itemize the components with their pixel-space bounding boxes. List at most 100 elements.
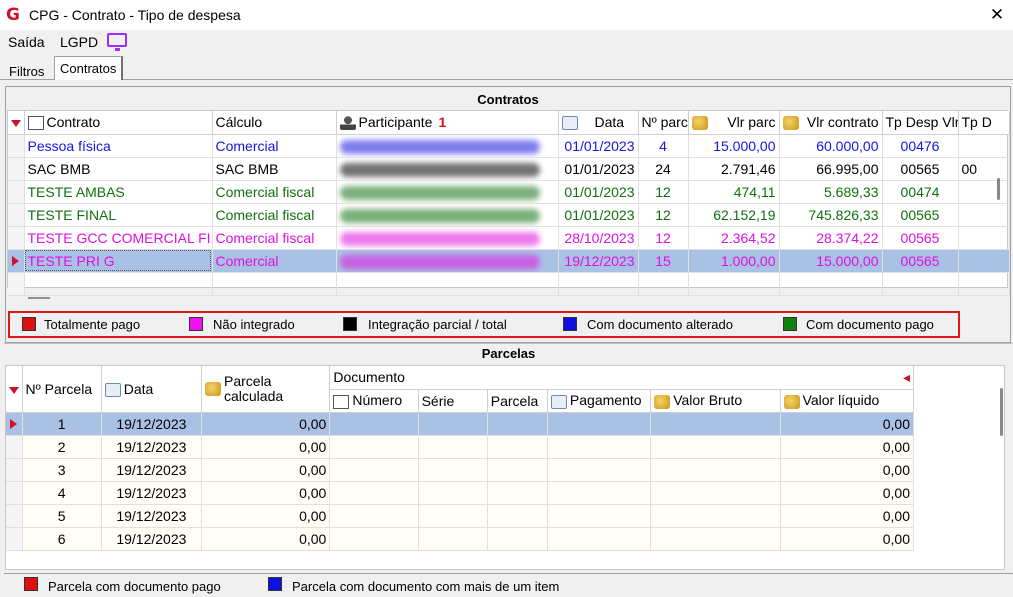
- cell-tp-d[interactable]: [958, 180, 1010, 204]
- close-button[interactable]: ✕: [982, 3, 1012, 27]
- parcela-row[interactable]: 1 19/12/2023 0,00 0,00: [6, 412, 915, 436]
- cell-data[interactable]: 01/01/2023: [558, 203, 639, 227]
- cell-vlr-parc[interactable]: 474,11: [688, 180, 780, 204]
- horizontal-scrollbar-thumb[interactable]: [28, 297, 50, 299]
- cell-liquido[interactable]: 0,00: [780, 458, 915, 482]
- cell-participante[interactable]: [336, 180, 559, 204]
- cell-data[interactable]: 19/12/2023: [101, 527, 203, 551]
- cell-vlr-contrato[interactable]: 60.000,00: [779, 134, 883, 158]
- col-parcela[interactable]: Parcela: [487, 389, 548, 413]
- col-vlr-contrato[interactable]: Vlr contrato: [779, 111, 883, 135]
- row-indicator[interactable]: [6, 458, 23, 482]
- cell-data[interactable]: 01/01/2023: [558, 157, 639, 181]
- cell-data[interactable]: 19/12/2023: [558, 249, 639, 273]
- col-nparcela[interactable]: Nº Parcela: [22, 366, 102, 413]
- col-numero[interactable]: Número: [329, 389, 419, 413]
- parcela-row[interactable]: 6 19/12/2023 0,00 0,00: [6, 527, 915, 551]
- cell-empty[interactable]: [487, 481, 548, 505]
- cell-vlr-contrato[interactable]: 5.689,33: [779, 180, 883, 204]
- contrato-row[interactable]: TESTE FINAL Comercial fiscal 01/01/2023 12 6…: [8, 203, 1010, 227]
- cell-nparc[interactable]: 12: [638, 226, 689, 250]
- cell-empty[interactable]: [329, 504, 419, 528]
- cell-tp-desp[interactable]: 00476: [882, 134, 959, 158]
- contratos-scrollbar[interactable]: [997, 178, 1000, 200]
- cell-calculo[interactable]: Comercial fiscal: [212, 180, 337, 204]
- col-nparc[interactable]: Nº parc: [638, 111, 689, 135]
- cell-n[interactable]: 6: [22, 527, 102, 551]
- cell-empty[interactable]: [418, 527, 488, 551]
- cell-contrato[interactable]: SAC BMB: [24, 157, 213, 181]
- row-indicator[interactable]: [6, 412, 23, 436]
- row-indicator[interactable]: [6, 527, 23, 551]
- cell-tp-desp[interactable]: 00565: [882, 203, 959, 227]
- parcelas-scrollbar[interactable]: [1000, 388, 1003, 436]
- cell-tp-desp[interactable]: 00565: [882, 157, 959, 181]
- cell-participante[interactable]: [336, 157, 559, 181]
- cell-n[interactable]: 5: [22, 504, 102, 528]
- cell-n[interactable]: 3: [22, 458, 102, 482]
- cell-empty[interactable]: [650, 458, 781, 482]
- cell-empty[interactable]: [418, 481, 488, 505]
- col-tp-desp-vlr[interactable]: Tp Desp Vlr: [882, 111, 959, 135]
- cell-empty[interactable]: [418, 504, 488, 528]
- cell-contrato[interactable]: TESTE FINAL: [24, 203, 213, 227]
- cell-calculo[interactable]: Comercial: [212, 134, 337, 158]
- cell-empty[interactable]: [329, 458, 419, 482]
- cell-calc[interactable]: 0,00: [201, 435, 331, 459]
- col-contrato[interactable]: Contrato: [24, 111, 213, 135]
- cell-empty[interactable]: [487, 435, 548, 459]
- cell-tp-d[interactable]: [958, 203, 1010, 227]
- col-parcela-calculada[interactable]: Parcela calculada: [201, 366, 331, 413]
- cell-tp-d[interactable]: [958, 226, 1010, 250]
- cell-empty[interactable]: [418, 412, 488, 436]
- contrato-row[interactable]: SAC BMB SAC BMB 01/01/2023 24 2.791,46 66.995…: [8, 157, 1010, 181]
- cell-empty[interactable]: [547, 435, 652, 459]
- cell-data[interactable]: 19/12/2023: [101, 412, 203, 436]
- cell-data[interactable]: 01/01/2023: [558, 180, 639, 204]
- cell-empty[interactable]: [487, 412, 548, 436]
- cell-participante[interactable]: [336, 203, 559, 227]
- cell-data[interactable]: 19/12/2023: [101, 458, 203, 482]
- cell-empty[interactable]: [547, 412, 652, 436]
- menu-saida[interactable]: Saída: [8, 34, 45, 50]
- tab-contratos[interactable]: Contratos: [54, 56, 124, 80]
- contrato-row[interactable]: Pessoa física Comercial 01/01/2023 4 15.000,…: [8, 134, 1010, 158]
- cell-tp-desp[interactable]: 00565: [882, 226, 959, 250]
- col-valor-bruto[interactable]: Valor Bruto: [650, 389, 781, 413]
- contrato-row[interactable]: TESTE GCC COMERCIAL FI... Comercial fisca…: [8, 226, 1010, 250]
- row-indicator[interactable]: [6, 435, 23, 459]
- cell-participante[interactable]: [336, 134, 559, 158]
- cell-calculo[interactable]: Comercial fiscal: [212, 203, 337, 227]
- cell-liquido[interactable]: 0,00: [780, 527, 915, 551]
- cell-vlr-parc[interactable]: 62.152,19: [688, 203, 780, 227]
- col-valor-liquido[interactable]: Valor líquido: [780, 389, 915, 413]
- cell-vlr-contrato[interactable]: 15.000,00: [779, 249, 883, 273]
- cell-empty[interactable]: [487, 527, 548, 551]
- cell-nparc[interactable]: 12: [638, 180, 689, 204]
- cell-nparc[interactable]: 4: [638, 134, 689, 158]
- cell-nparc[interactable]: 12: [638, 203, 689, 227]
- col-participante[interactable]: Participante 1: [336, 111, 559, 135]
- col-vlr-parc[interactable]: Vlr parc: [688, 111, 780, 135]
- cell-vlr-parc[interactable]: 2.364,52: [688, 226, 780, 250]
- col-serie[interactable]: Série: [418, 389, 488, 413]
- collapse-arrow-icon[interactable]: ◂: [903, 369, 910, 386]
- col-calculo[interactable]: Cálculo: [212, 111, 337, 135]
- cell-nparc[interactable]: 15: [638, 249, 689, 273]
- row-indicator[interactable]: [6, 504, 23, 528]
- cell-calc[interactable]: 0,00: [201, 504, 331, 528]
- cell-tp-d[interactable]: [958, 249, 1010, 273]
- cell-liquido[interactable]: 0,00: [780, 412, 915, 436]
- cell-participante[interactable]: [336, 249, 559, 273]
- cell-contrato[interactable]: TESTE GCC COMERCIAL FI...: [24, 226, 213, 250]
- cell-calculo[interactable]: SAC BMB: [212, 157, 337, 181]
- cell-data[interactable]: 28/10/2023: [558, 226, 639, 250]
- cell-participante[interactable]: [336, 226, 559, 250]
- cell-empty[interactable]: [547, 481, 652, 505]
- cell-calc[interactable]: 0,00: [201, 481, 331, 505]
- contrato-row[interactable]: TESTE PRI G Comercial 19/12/2023 15 1.000,00…: [8, 249, 1010, 273]
- parcela-row[interactable]: 2 19/12/2023 0,00 0,00: [6, 435, 915, 459]
- cell-empty[interactable]: [329, 435, 419, 459]
- cell-calc[interactable]: 0,00: [201, 527, 331, 551]
- cell-empty[interactable]: [487, 458, 548, 482]
